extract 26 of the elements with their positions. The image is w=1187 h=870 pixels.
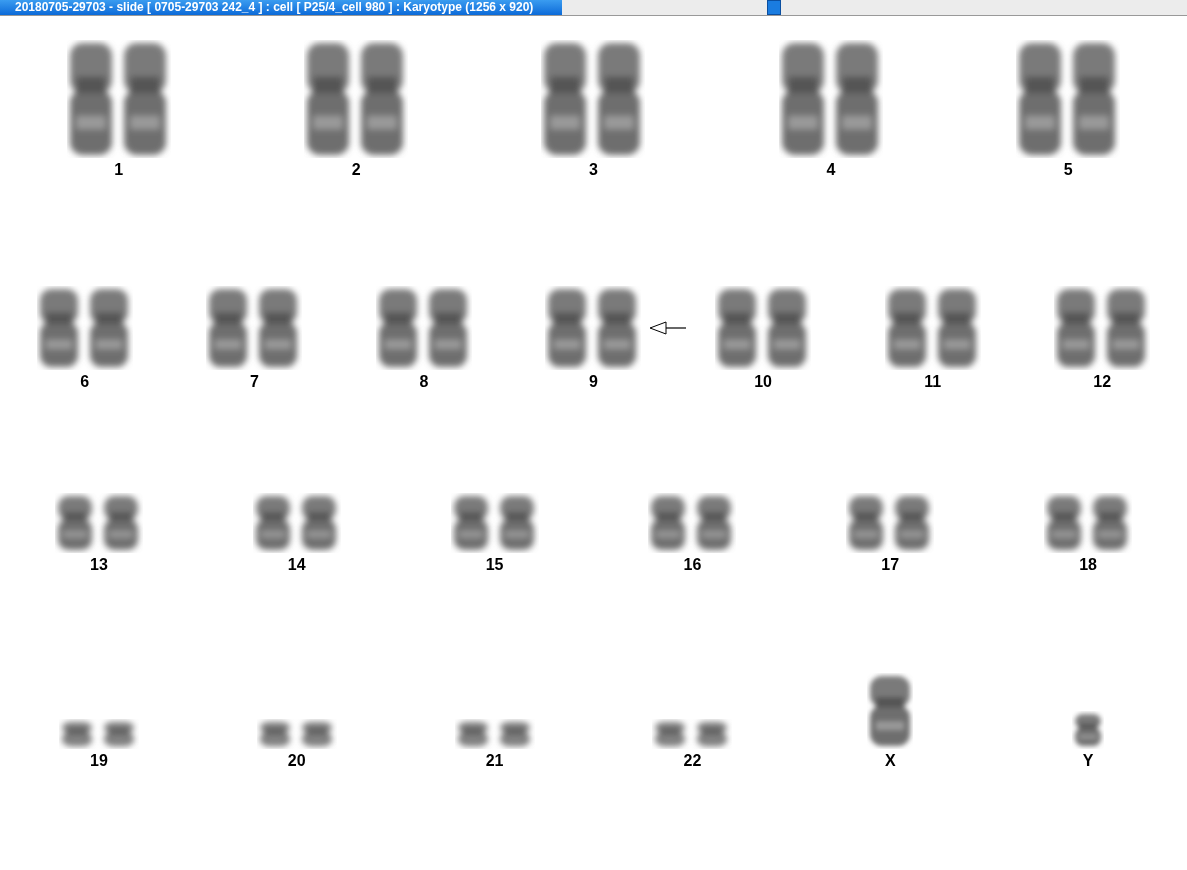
chromosome-label: 20: [287, 753, 306, 769]
chromosome-label: 9: [589, 374, 598, 390]
chromosome-label: 14: [287, 557, 306, 573]
chromosome-label: 19: [90, 753, 108, 769]
chromosome-label: 10: [754, 374, 772, 390]
chromosome-label: 16: [683, 557, 702, 573]
chromosome-label: 8: [419, 374, 429, 390]
chromosome-label: 15: [485, 557, 504, 573]
chromosome-label: 21: [485, 753, 504, 769]
chromosome-label: 17: [881, 557, 900, 573]
chromosome-label: X: [884, 753, 896, 769]
chromosome-label: 18: [1079, 557, 1097, 573]
chromosome-label: 12: [1093, 374, 1112, 390]
chromosome-label: 5: [1063, 162, 1073, 178]
chromosome-label: 22: [683, 753, 702, 769]
chromosome-label: 2: [351, 162, 361, 178]
chromosome-label: 1: [114, 162, 124, 178]
scroll-handle[interactable]: [767, 0, 781, 15]
chromosome-label: Y: [1082, 753, 1094, 769]
chromosome-label: 4: [826, 162, 836, 178]
chromosome-label: 11: [924, 374, 942, 390]
chromosome-label: 3: [589, 162, 598, 178]
chromosome-label: 7: [249, 374, 259, 390]
chromosome-label: 6: [80, 374, 90, 390]
window-title: 20180705-29703 - slide [ 0705-29703 242_4 ] : cell [ P25/4_cell 980 ] : Karyotype (1256 x 920): [0, 0, 562, 15]
chromosome-label: 13: [90, 557, 108, 573]
